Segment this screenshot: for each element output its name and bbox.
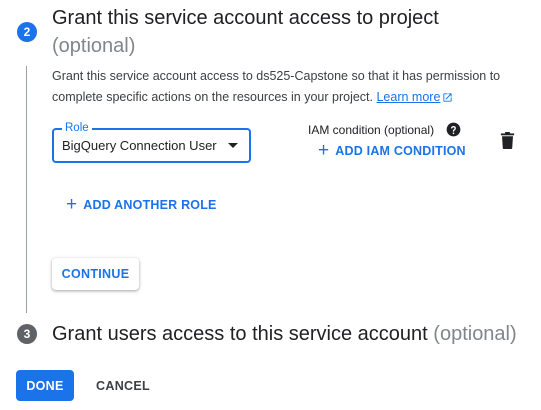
step-2-title: Grant this service account access to pro… bbox=[52, 4, 522, 60]
dropdown-icon bbox=[228, 143, 238, 148]
done-button[interactable]: DONE bbox=[16, 370, 74, 401]
role-select[interactable]: Role BigQuery Connection User bbox=[52, 121, 251, 163]
step-connector-line bbox=[26, 66, 27, 313]
step-3-title[interactable]: Grant users access to this service accou… bbox=[52, 320, 517, 348]
iam-condition-label: IAM condition (optional) bbox=[308, 123, 435, 137]
cancel-button[interactable]: CANCEL bbox=[88, 370, 158, 401]
help-icon[interactable] bbox=[446, 122, 461, 137]
add-iam-condition-button[interactable]: + ADD IAM CONDITION bbox=[318, 140, 466, 161]
plus-icon: + bbox=[66, 194, 78, 215]
add-another-role-button[interactable]: + ADD ANOTHER ROLE bbox=[66, 194, 217, 215]
trash-icon[interactable] bbox=[500, 132, 515, 149]
step-2-indicator: 2 bbox=[17, 22, 37, 42]
step-2-description: Grant this service account access to ds5… bbox=[52, 66, 528, 108]
step-3-optional: (optional) bbox=[433, 323, 517, 345]
learn-more-link[interactable]: Learn more bbox=[376, 90, 453, 104]
learn-more-label: Learn more bbox=[376, 90, 441, 104]
continue-button[interactable]: CONTINUE bbox=[52, 258, 139, 290]
add-iam-condition-label: ADD IAM CONDITION bbox=[335, 144, 466, 158]
add-another-role-label: ADD ANOTHER ROLE bbox=[83, 198, 217, 212]
role-label: Role bbox=[62, 121, 92, 135]
external-link-icon bbox=[443, 93, 453, 102]
plus-icon: + bbox=[318, 140, 330, 161]
step-2-title-text: Grant this service account access to pro… bbox=[52, 7, 439, 29]
step-3-indicator: 3 bbox=[17, 324, 37, 344]
role-value: BigQuery Connection User bbox=[62, 138, 217, 153]
step-3-title-text: Grant users access to this service accou… bbox=[52, 323, 428, 345]
step-2-optional: (optional) bbox=[52, 35, 136, 57]
